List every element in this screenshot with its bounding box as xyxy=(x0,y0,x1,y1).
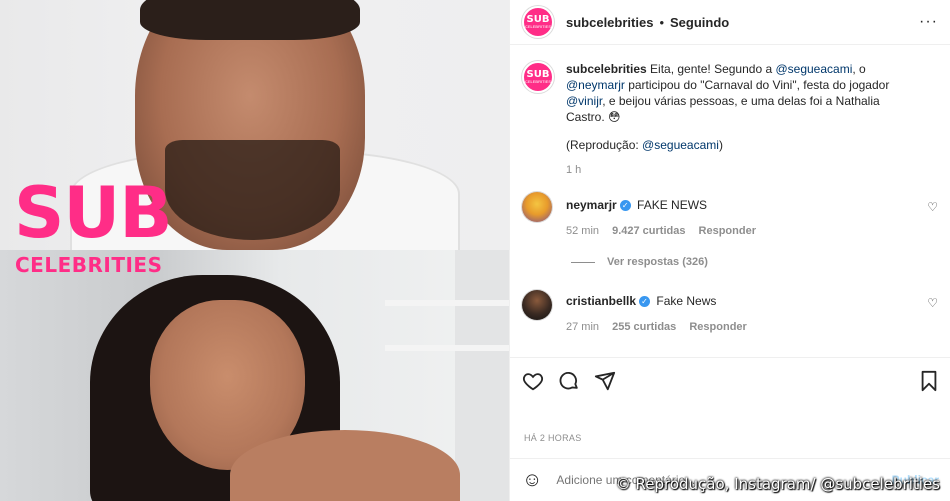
share-icon[interactable] xyxy=(594,370,616,396)
view-replies-button[interactable]: Ver respostas (326) xyxy=(510,256,950,268)
comment-time: 52 min xyxy=(566,225,600,237)
avatar[interactable] xyxy=(522,192,552,222)
caption-part: Eita, gente! Segundo a xyxy=(646,62,776,76)
comment-username[interactable]: neymarjr xyxy=(566,198,617,212)
media-logo-celebrities: CELEBRITIES xyxy=(15,253,163,277)
avatar[interactable]: SUB CELEBRITIES xyxy=(522,61,554,93)
follow-status-button[interactable]: Seguindo xyxy=(670,15,729,30)
verified-icon: ✓ xyxy=(619,200,631,212)
avatar-text: SUB xyxy=(526,14,550,25)
avatar-text: SUB xyxy=(526,69,550,80)
view-replies-label: Ver respostas (326) xyxy=(607,256,708,268)
comment-text: Fake News xyxy=(656,294,717,308)
caption-part: , e beijou várias pessoas, e uma delas f… xyxy=(566,94,880,124)
post-actions xyxy=(510,357,950,407)
header-separator: • xyxy=(659,14,664,30)
caption-text: subcelebrities Eita, gente! Segundo a @s… xyxy=(566,61,906,178)
avatar-subtext: CELEBRITIES xyxy=(524,79,551,84)
photo-shelf xyxy=(385,345,509,351)
more-options-icon[interactable]: ··· xyxy=(919,13,938,31)
header-username[interactable]: subcelebrities xyxy=(566,15,653,30)
comment-item: neymarjr ✓ FAKE NEWS 52 min 9.427 curtida… xyxy=(510,192,950,237)
comment-body: cristianbellk ✓ Fake News 27 min 255 curt… xyxy=(566,290,757,333)
post-panel: SUB CELEBRITIES subcelebrities • Seguind… xyxy=(509,0,950,501)
comment-text: FAKE NEWS xyxy=(637,198,708,212)
like-heart-icon[interactable] xyxy=(522,370,544,396)
post-image[interactable]: SUB CELEBRITIES xyxy=(0,0,509,501)
photo-hair-top xyxy=(140,0,360,40)
caption-time: 1 h xyxy=(566,164,582,176)
comment-meta: 52 min 9.427 curtidas Responder xyxy=(566,225,766,237)
reply-button[interactable]: Responder xyxy=(699,225,756,237)
comment-meta: 27 min 255 curtidas Responder xyxy=(566,321,757,333)
mention-link[interactable]: @neymarjr xyxy=(566,78,625,92)
replies-divider xyxy=(571,261,595,263)
comment-icon[interactable] xyxy=(558,370,580,396)
comment-body: neymarjr ✓ FAKE NEWS 52 min 9.427 curtida… xyxy=(566,192,766,237)
credit-suffix: ) xyxy=(718,138,723,152)
photo-shelf xyxy=(385,300,509,306)
reply-button[interactable]: Responder xyxy=(689,321,746,333)
like-comment-icon[interactable]: ♡ xyxy=(927,200,938,214)
mention-link[interactable]: @segueacami xyxy=(642,138,719,152)
like-comment-icon[interactable]: ♡ xyxy=(927,296,938,310)
avatar[interactable] xyxy=(522,290,552,320)
comment-likes[interactable]: 9.427 curtidas xyxy=(612,225,685,237)
credit-prefix: (Reprodução: xyxy=(566,138,643,152)
media-logo-sub: SUB xyxy=(14,172,173,254)
caption-credit: (Reprodução: @segueacami) xyxy=(566,137,906,153)
mention-link[interactable]: @vinijr xyxy=(566,94,602,108)
photo-beard-top xyxy=(165,140,340,240)
post-time-ago[interactable]: HÁ 2 HORAS xyxy=(524,433,582,443)
save-bookmark-icon[interactable] xyxy=(919,370,939,396)
comment-username[interactable]: cristianbellk xyxy=(566,294,636,308)
emoji-icon[interactable]: ☺ xyxy=(522,469,542,492)
comment-likes[interactable]: 255 curtidas xyxy=(612,321,676,333)
caption-part: participou do "Carnaval do Vini", festa … xyxy=(624,78,890,92)
avatar-subtext: CELEBRITIES xyxy=(524,24,551,29)
verified-icon: ✓ xyxy=(639,296,651,308)
caption-part: , o xyxy=(852,62,866,76)
copyright-watermark: © Reprodução, Instagram/ @subcelebrities xyxy=(615,475,940,493)
photo-shelf-side xyxy=(455,250,509,501)
post-caption: SUB CELEBRITIES subcelebrities Eita, gen… xyxy=(510,45,950,178)
avatar[interactable]: SUB CELEBRITIES xyxy=(522,6,554,38)
comment-item: cristianbellk ✓ Fake News 27 min 255 curt… xyxy=(510,290,950,333)
mention-link[interactable]: @segueacami xyxy=(775,62,852,76)
comment-time: 27 min xyxy=(566,321,600,333)
post-header: SUB CELEBRITIES subcelebrities • Seguind… xyxy=(510,0,950,45)
caption-username[interactable]: subcelebrities xyxy=(566,62,647,76)
